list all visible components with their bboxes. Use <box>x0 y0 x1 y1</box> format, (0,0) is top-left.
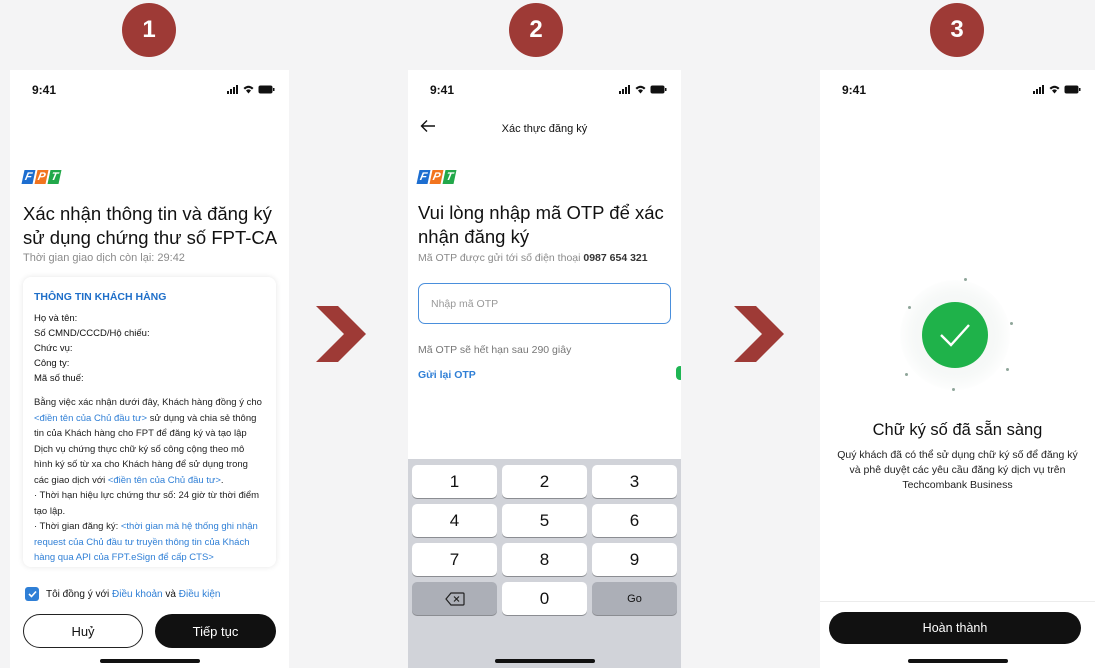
go-key[interactable]: Go <box>592 582 677 615</box>
field-company: Công ty: <box>34 358 70 369</box>
key-3[interactable]: 3 <box>592 465 677 498</box>
resend-otp-link[interactable]: Gửi lại OTP <box>418 369 476 381</box>
terms-text: Bằng việc xác nhận dưới đây, Khách hàng … <box>34 397 262 563</box>
agree-row: Tôi đồng ý với Điều khoản và Điều kiện <box>25 587 220 601</box>
field-position: Chức vụ: <box>34 343 73 354</box>
phone-screen-success: 9:41 Chữ ký số đã sẵn sàng Quý khách đã … <box>820 70 1095 668</box>
sparkle-dot <box>908 306 911 309</box>
otp-expiry-text: Mã OTP sẽ hết hạn sau 290 giây <box>418 344 572 356</box>
wifi-icon <box>243 85 254 94</box>
terms-link[interactable]: Điều khoản <box>112 589 163 600</box>
step-badge-1: 1 <box>122 3 176 57</box>
sparkle-dot <box>1010 322 1013 325</box>
step-badge-3: 3 <box>930 3 984 57</box>
key-9[interactable]: 9 <box>592 543 677 576</box>
investor-link[interactable]: <điền tên của Chủ đầu tư> <box>108 475 221 486</box>
success-description: Quý khách đã có thể sử dụng chữ ký số để… <box>837 449 1078 491</box>
agree-checkbox[interactable] <box>25 587 39 601</box>
fpt-logo: F P T <box>21 170 62 184</box>
otp-input[interactable]: Nhập mã OTP <box>418 283 671 324</box>
sparkle-dot <box>964 278 967 281</box>
success-title: Chữ ký số đã sẵn sàng <box>872 421 1043 439</box>
sparkle-dot <box>952 388 955 391</box>
key-7[interactable]: 7 <box>412 543 497 576</box>
key-0[interactable]: 0 <box>502 582 587 615</box>
success-check <box>922 302 988 368</box>
battery-icon <box>1064 85 1081 94</box>
status-time: 9:41 <box>32 83 57 97</box>
key-1[interactable]: 1 <box>412 465 497 498</box>
card-heading: THÔNG TIN KHÁCH HÀNG <box>34 291 167 303</box>
cancel-button[interactable]: Huỷ <box>23 614 143 648</box>
continue-button[interactable]: Tiếp tục <box>155 614 276 648</box>
checkmark-icon <box>27 590 37 598</box>
arrow-right-icon <box>316 306 366 362</box>
key-8[interactable]: 8 <box>502 543 587 576</box>
key-5[interactable]: 5 <box>502 504 587 537</box>
field-tax-code: Mã số thuế: <box>34 373 84 384</box>
signal-icon <box>1033 85 1044 94</box>
divider <box>820 601 1095 602</box>
status-bar: 9:41 <box>820 83 1095 99</box>
key-2[interactable]: 2 <box>502 465 587 498</box>
countdown-text: Thời gian giao dịch còn lại: 29:42 <box>23 252 185 264</box>
battery-icon <box>258 85 275 94</box>
done-button[interactable]: Hoàn thành <box>829 612 1081 644</box>
phone-number: 0987 654 321 <box>583 252 648 264</box>
status-time: 9:41 <box>842 83 867 97</box>
key-6[interactable]: 6 <box>592 504 677 537</box>
status-dot <box>676 366 681 380</box>
otp-sent-text: Mã OTP được gửi tới số điện thoại 0987 6… <box>418 252 648 264</box>
customer-info-card[interactable]: THÔNG TIN KHÁCH HÀNG Họ và tên: Số CMND/… <box>23 277 276 567</box>
phone-screen-otp: 9:41 Xác thực đăng ký F P T Vui lòng nhậ… <box>408 70 681 668</box>
checkmark-icon <box>940 324 970 347</box>
sparkle-dot <box>1006 368 1009 371</box>
wifi-icon <box>635 85 646 94</box>
key-4[interactable]: 4 <box>412 504 497 537</box>
home-indicator <box>494 659 595 663</box>
numeric-keypad: 1 2 3 4 5 6 7 8 9 0 Go <box>408 459 681 668</box>
status-time: 9:41 <box>430 83 455 97</box>
backspace-key[interactable] <box>412 582 497 615</box>
home-indicator <box>907 659 1008 663</box>
signal-icon <box>619 85 630 94</box>
sparkle-dot <box>905 373 908 376</box>
page-title: Vui lòng nhập mã OTP để xác nhận đăng ký <box>418 202 664 247</box>
wifi-icon <box>1049 85 1060 94</box>
field-name: Họ và tên: <box>34 313 78 324</box>
arrow-right-icon <box>734 306 784 362</box>
phone-screen-confirm: 9:41 F P T Xác nhận thông tin và đăng ký… <box>10 70 289 668</box>
page-title: Xác nhận thông tin và đăng ký sử dụng ch… <box>23 203 278 248</box>
field-id: Số CMND/CCCD/Hộ chiếu: <box>34 328 150 339</box>
backspace-icon <box>444 591 465 606</box>
agree-label: Tôi đồng ý với Điều khoản và Điều kiện <box>46 588 221 600</box>
header-title: Xác thực đăng ký <box>501 123 588 135</box>
step-badge-2: 2 <box>509 3 563 57</box>
home-indicator <box>99 659 200 663</box>
battery-icon <box>650 85 667 94</box>
conditions-link[interactable]: Điều kiện <box>179 589 221 600</box>
status-bar: 9:41 <box>408 83 681 99</box>
investor-link[interactable]: <điền tên của Chủ đầu tư> <box>34 413 147 424</box>
signal-icon <box>227 85 238 94</box>
fpt-logo: F P T <box>416 170 457 184</box>
status-bar: 9:41 <box>10 83 289 99</box>
